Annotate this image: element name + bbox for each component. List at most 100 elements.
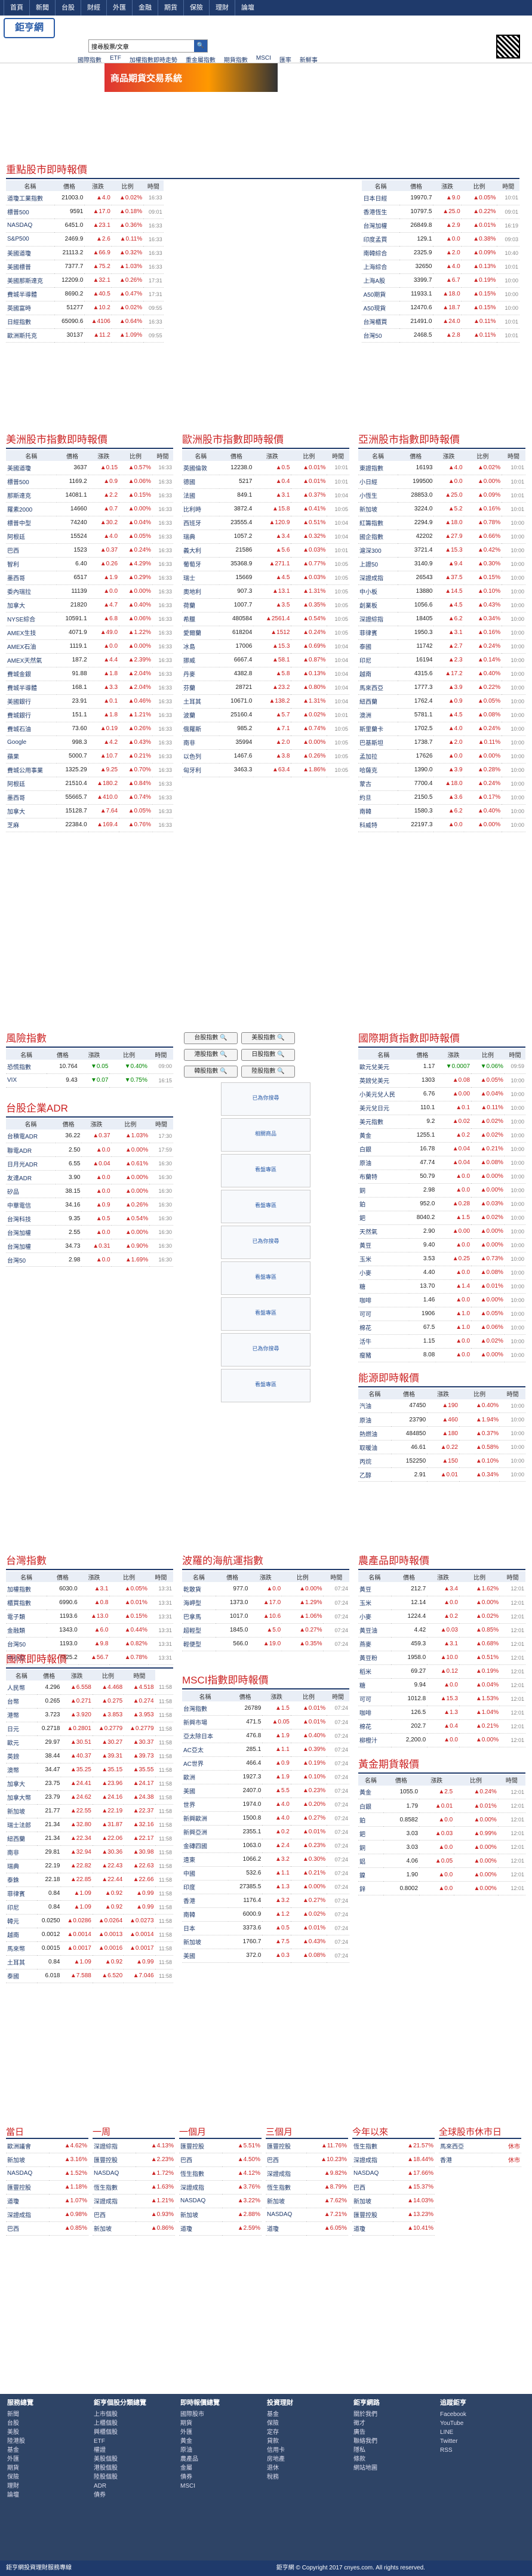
row-name-link[interactable]: 可可 (358, 1692, 391, 1706)
table-row[interactable]: 加拿大 23.75 ▲24.41 ▲23.96 ▲24.17 11:58 (6, 1777, 173, 1791)
ranking-name[interactable]: 香港 (439, 2153, 493, 2167)
table-row[interactable]: 土耳其 0.84 ▲1.09 ▲0.92 ▲0.99 11:58 (6, 1955, 173, 1969)
ranking-row[interactable]: NASDAQ ▲17.66% (352, 2166, 435, 2181)
row-name-link[interactable]: Google (6, 735, 57, 750)
sidebar-ad[interactable]: 看盤專區 (221, 1190, 310, 1223)
ranking-name[interactable]: 深證綜指 (93, 2139, 136, 2153)
row-name-link[interactable]: 巴基斯坦 (358, 735, 398, 750)
table-row[interactable]: 櫃買指數 6990.6 ▲0.8 ▲0.01% 13:31 (6, 1596, 173, 1610)
quick-link[interactable]: MSCI (256, 55, 271, 64)
ranking-row[interactable]: NASDAQ ▲7.21% (266, 2208, 348, 2222)
row-name-link[interactable]: 印度 (182, 1880, 228, 1894)
ranking-row[interactable]: 恆生指數 ▲1.63% (93, 2180, 175, 2195)
top-nav-link[interactable]: 論壇 (235, 0, 260, 16)
table-row[interactable]: 美國那斯達克 12209.0 ▲32.1 ▲0.26% 17:31 (6, 273, 164, 288)
footer-link[interactable]: 台股 (7, 2419, 33, 2428)
row-name-link[interactable]: 中華電信 (6, 1198, 56, 1212)
row-name-link[interactable]: 南韓 (358, 804, 398, 818)
row-name-link[interactable]: 委內瑞拉 (6, 584, 57, 599)
row-name-link[interactable]: 澳洲 (358, 708, 398, 722)
table-row[interactable]: 澳幣 34.47 ▲35.25 ▲35.15 ▲35.55 11:58 (6, 1763, 173, 1777)
table-row[interactable]: 墨西哥 6517 ▲1.9 ▲0.29% 16:33 (6, 571, 173, 585)
site-logo[interactable]: 鉅亨網 (4, 18, 55, 38)
sidebar-ad[interactable]: 已為你搜尋 (221, 1333, 310, 1367)
table-row[interactable]: 俄羅斯 985.2 ▲7.1 ▲0.74% 10:05 (182, 722, 349, 736)
footer-link[interactable]: 貸款 (267, 2437, 293, 2446)
table-row[interactable]: 法國 849.1 ▲3.1 ▲0.37% 10:04 (182, 488, 349, 503)
row-name-link[interactable]: 馬來西亞 (358, 681, 398, 695)
row-name-link[interactable]: 小日經 (358, 475, 398, 489)
table-row[interactable]: 銅 2.98 ▲0.0 ▲0.00% 10:00 (358, 1183, 525, 1198)
table-row[interactable]: 上海A股 3399.7 ▲6.7 ▲0.19% 10:00 (362, 273, 520, 288)
table-row[interactable]: 可可 1906 ▲1.0 ▲0.05% 10:00 (358, 1307, 525, 1321)
row-name-link[interactable]: 日月光ADR (6, 1156, 56, 1171)
table-row[interactable]: 白銀 16.78 ▲0.04 ▲0.21% 10:00 (358, 1142, 525, 1156)
row-name-link[interactable]: 費城石油 (6, 722, 57, 736)
table-row[interactable]: 小美元兌人民 6.76 ▲0.00 ▲0.04% 10:00 (358, 1087, 525, 1101)
sidebar-ad[interactable]: 看盤專區 (221, 1261, 310, 1295)
table-row[interactable]: 日本日經 19970.7 ▲9.0 ▲0.05% 10:01 (362, 191, 520, 205)
row-name-link[interactable]: 義大利 (182, 543, 220, 558)
row-name-link[interactable]: 亞太除日本 (182, 1729, 228, 1743)
row-name-link[interactable]: 東證指數 (358, 461, 398, 475)
row-name-link[interactable]: 黃金 (358, 1128, 409, 1143)
table-row[interactable]: 越南 4315.6 ▲17.2 ▲0.40% 10:00 (358, 667, 525, 681)
footer-link[interactable]: 農產品 (180, 2455, 220, 2464)
row-name-link[interactable]: 巴西 (6, 543, 57, 558)
quick-link[interactable]: 新鮮事 (300, 55, 318, 64)
table-row[interactable]: 日元 0.2718 ▲0.2801 ▲0.2779 ▲0.2779 11:58 (6, 1722, 173, 1736)
table-row[interactable]: 白銀 1.79 ▲0.01 ▲0.01% 12:01 (358, 1799, 525, 1813)
row-name-link[interactable]: 荷蘭 (182, 598, 220, 613)
footer-link[interactable]: YouTube (440, 2419, 466, 2428)
table-row[interactable]: 黃豆粉 1958.0 ▲10.0 ▲0.51% 12:01 (358, 1651, 525, 1665)
table-row[interactable]: 人民幣 4.296 ▲6.558 ▲4.468 ▲4.518 11:58 (6, 1681, 173, 1695)
row-name-link[interactable]: 道瓊工業指數 (6, 191, 54, 205)
table-row[interactable]: 美國道瓊 3637 ▲0.15 ▲0.57% 16:33 (6, 461, 173, 475)
table-row[interactable]: 澳洲 5781.1 ▲4.5 ▲0.08% 10:00 (358, 708, 525, 722)
table-row[interactable]: 中小板 13880 ▲14.5 ▲0.10% 10:00 (358, 584, 525, 599)
row-name-link[interactable]: 美國 (182, 1949, 228, 1963)
table-row[interactable]: 汽油 47450 ▲190 ▲0.40% 10:00 (358, 1399, 525, 1413)
row-name-link[interactable]: 天然氣 (358, 1224, 409, 1239)
row-name-link[interactable]: 阿根廷 (6, 777, 57, 791)
ranking-row[interactable]: 新加坡 ▲7.62% (266, 2194, 348, 2208)
ranking-name[interactable]: 匯豐控股 (93, 2153, 136, 2167)
table-row[interactable]: 新興歐洲 1500.8 ▲4.0 ▲0.27% 07:24 (182, 1811, 349, 1826)
table-row[interactable]: 乾散貨 977.0 ▲0.0 ▲0.00% 07:24 (182, 1582, 349, 1596)
row-name-link[interactable]: 可可 (358, 1307, 409, 1321)
row-name-link[interactable]: 超輕型 (182, 1623, 216, 1638)
row-name-link[interactable]: 美國那斯達克 (6, 273, 54, 288)
table-row[interactable]: 葡萄牙 35368.9 ▲271.1 ▲0.77% 10:05 (182, 557, 349, 571)
table-row[interactable]: 燕麥 459.3 ▲3.1 ▲0.68% 12:01 (358, 1637, 525, 1651)
ranking-name[interactable]: 新加坡 (352, 2194, 393, 2208)
row-name-link[interactable]: 英鎊 (6, 1749, 37, 1764)
table-row[interactable]: 美國道瓊 21113.2 ▲66.9 ▲0.32% 16:33 (6, 246, 164, 260)
table-row[interactable]: 鋁 4.06 ▲0.05 ▲0.00% 12:01 (358, 1854, 525, 1868)
row-name-link[interactable]: 英國富時 (6, 301, 54, 315)
table-row[interactable]: 加拿大 21820 ▲4.7 ▲0.40% 16:33 (6, 598, 173, 613)
row-name-link[interactable]: 費城公用事業 (6, 763, 57, 777)
table-row[interactable]: 台灣加權 34.73 ▲0.31 ▲0.90% 16:30 (6, 1239, 173, 1253)
row-name-link[interactable]: 墨西哥 (6, 571, 57, 585)
market-index-button[interactable]: 台股指數 🔍 (184, 1032, 238, 1044)
ranking-name[interactable]: 新加坡 (93, 2221, 136, 2236)
row-name-link[interactable]: 匈牙利 (182, 763, 220, 777)
table-row[interactable]: 斯里蘭卡 1702.5 ▲4.0 ▲0.24% 10:00 (358, 722, 525, 736)
table-row[interactable]: 取暖油 46.61 ▲0.22 ▲0.58% 10:00 (358, 1440, 525, 1454)
row-name-link[interactable]: 加拿大幣 (6, 1790, 37, 1805)
table-row[interactable]: S&P500 2469.9 ▲2.6 ▲0.11% 16:33 (6, 232, 164, 247)
table-row[interactable]: 美國標普 7377.7 ▲75.2 ▲1.03% 16:33 (6, 260, 164, 274)
table-row[interactable]: 費城石油 73.60 ▲0.19 ▲0.26% 16:33 (6, 722, 173, 736)
table-row[interactable]: 丙烷 152250 ▲150 ▲0.10% 10:00 (358, 1454, 525, 1468)
row-name-link[interactable]: 銅 (358, 1840, 383, 1854)
row-name-link[interactable]: 黃豆 (358, 1582, 391, 1596)
row-name-link[interactable]: 瑞士法郎 (6, 1818, 37, 1832)
row-name-link[interactable]: 小麥 (358, 1266, 409, 1280)
footer-link[interactable]: 金屬 (180, 2464, 220, 2473)
row-name-link[interactable]: 哈薩克 (358, 763, 398, 777)
table-row[interactable]: 印度孟買 129.1 ▲0.0 ▲0.38% 09:03 (362, 232, 520, 247)
row-name-link[interactable]: 鉑 (358, 1197, 409, 1211)
ranking-row[interactable]: 深證成指 ▲0.98% (6, 2208, 88, 2222)
ranking-name[interactable]: 恆生指數 (352, 2139, 393, 2153)
table-row[interactable]: 匈牙利 3463.3 ▲63.4 ▲1.86% 10:05 (182, 763, 349, 777)
